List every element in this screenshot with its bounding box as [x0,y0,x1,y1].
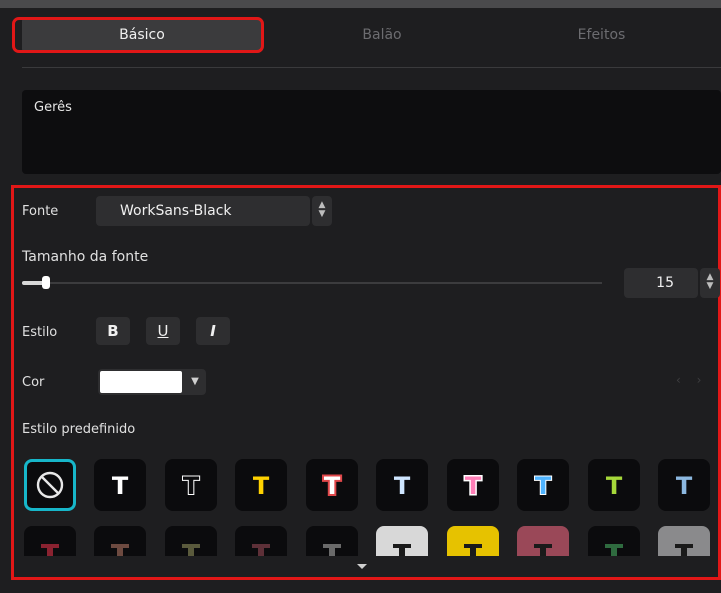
text-style-pink-icon: T [463,471,483,502]
text-style-blue-icon: T [534,471,553,501]
svg-text:T: T [535,472,552,500]
preset-style-4[interactable]: T [306,459,358,511]
text-style-outline-icon: T [182,471,201,501]
text-style-dark-red-icon [41,544,59,556]
chevron-down-icon[interactable]: ▼ [184,369,206,395]
svg-text:T: T [465,472,482,500]
divider [22,67,721,68]
svg-text:T: T [606,472,623,500]
svg-text:T: T [253,472,270,500]
text-style-olive-icon [182,544,200,556]
text-style-yellow-icon: T [253,472,270,500]
text-style-brown-icon [111,544,129,556]
text-style-red-outline-icon: T [322,470,343,502]
font-size-stepper-icon[interactable]: ▲ ▼ [700,268,720,298]
preset-style-row2-5[interactable] [306,526,358,556]
color-label: Cor [22,375,45,390]
preset-style-2[interactable]: T [165,459,217,511]
font-size-input[interactable]: 15 [624,268,698,298]
text-style-rose-bg-icon [534,544,552,556]
window-top-strip [0,0,721,8]
font-size-label: Tamanho da fonte [22,249,149,265]
preset-style-row2-1[interactable] [24,526,76,556]
preset-style-row2-7[interactable] [447,526,499,556]
preset-style-3[interactable]: T [235,459,287,511]
text-style-green-icon: T [606,472,623,500]
preset-style-row2-3[interactable] [165,526,217,556]
svg-text:T: T [324,472,341,500]
carousel-arrows-icon[interactable]: ‹ › [676,373,707,387]
preset-style-6[interactable]: T [447,459,499,511]
preset-style-row2-9[interactable] [588,526,640,556]
expand-more-icon[interactable] [357,564,367,569]
preset-style-5[interactable]: T [376,459,428,511]
bold-button[interactable]: B [96,317,130,345]
text-style-silver-bg-icon [393,544,411,556]
preset-style-row2-8[interactable] [517,526,569,556]
color-picker[interactable]: ▼ [98,369,206,395]
svg-text:T: T [112,472,129,500]
text-style-gold-bg-icon [464,544,482,556]
text-style-white-icon: T [112,472,129,500]
font-size-slider-track[interactable] [22,282,602,284]
text-style-green-dark-icon [605,544,623,556]
italic-button[interactable]: I [196,317,230,345]
preset-style-8[interactable]: T [588,459,640,511]
underline-button[interactable]: U [146,317,180,345]
style-label: Estilo [22,325,58,340]
none-icon [36,471,64,499]
text-style-graphite-icon [675,544,693,556]
preset-style-row2-4[interactable] [235,526,287,556]
text-style-gray-icon [323,544,341,556]
color-swatch [100,371,182,393]
preset-style-1[interactable]: T [94,459,146,511]
font-label: Fonte [22,204,59,219]
font-size-slider-thumb[interactable] [42,276,50,289]
tab-balao[interactable]: Balão [282,17,482,53]
text-style-maroon-icon [252,544,270,556]
svg-text:T: T [183,472,200,500]
tab-efeitos[interactable]: Efeitos [482,17,721,53]
text-style-lightblue-icon: T [394,472,411,500]
preset-style-9[interactable]: T [658,459,710,511]
preset-none[interactable] [24,459,76,511]
text-style-steel-icon: T [676,472,693,500]
font-select-arrows-icon[interactable]: ▲ ▼ [312,196,332,226]
preset-style-7[interactable]: T [517,459,569,511]
preset-style-row2-10[interactable] [658,526,710,556]
preset-style-row2-6[interactable] [376,526,428,556]
font-select[interactable]: WorkSans-Black [96,196,310,226]
svg-text:T: T [676,472,693,500]
text-input[interactable]: Gerês [22,90,721,174]
highlight-box-tabs [12,17,264,53]
svg-text:T: T [394,472,411,500]
preset-label: Estilo predefinido [22,422,136,437]
preset-style-row2-2[interactable] [94,526,146,556]
